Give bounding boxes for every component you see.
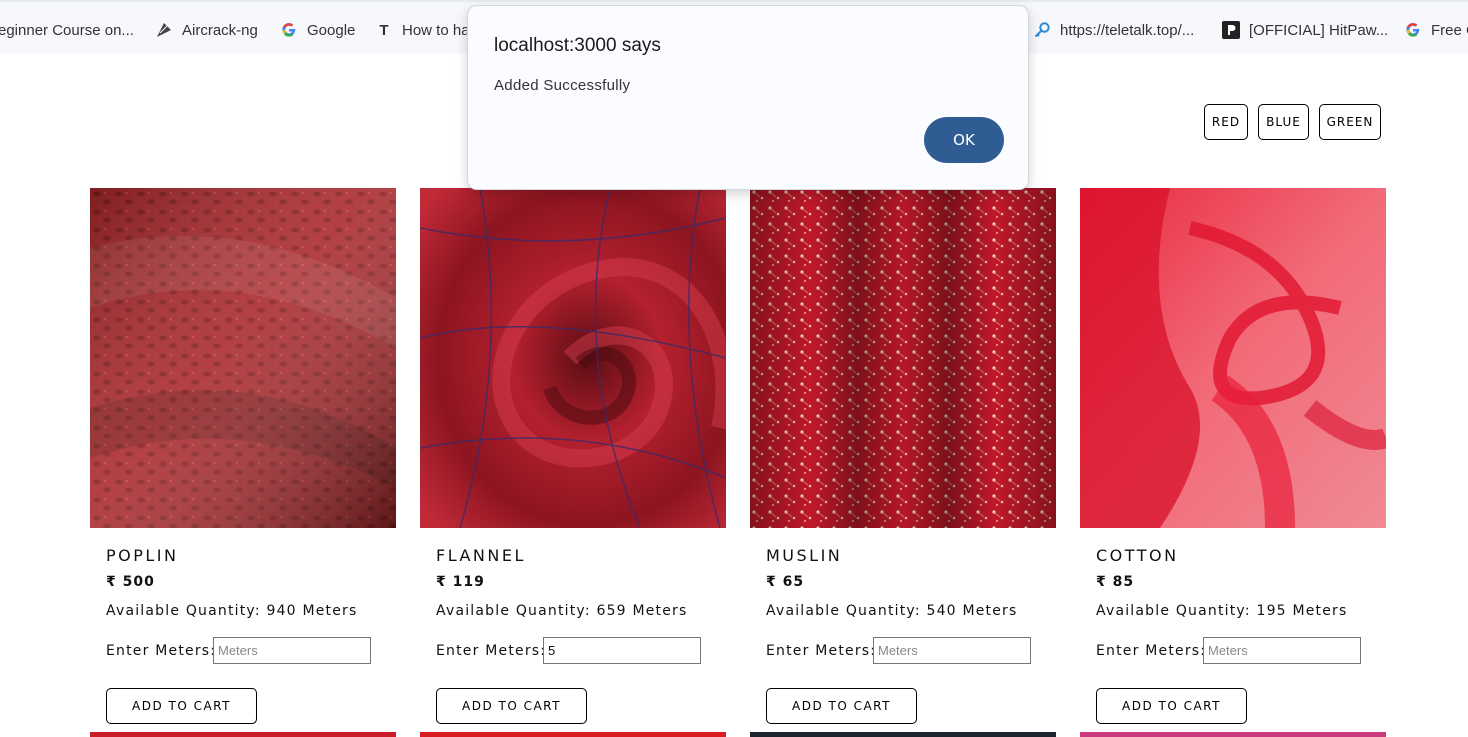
filter-red-button[interactable]: RED [1204, 104, 1248, 140]
ok-button[interactable]: OK [924, 117, 1004, 163]
product-price: ₹ 85 [1096, 574, 1135, 590]
product-name: COTTON [1096, 546, 1179, 565]
bookmark-item-aircrack[interactable]: Aircrack-ng [155, 19, 258, 41]
fabric-image-cotton [1080, 188, 1386, 528]
aircrack-icon [155, 21, 173, 39]
filter-blue-button[interactable]: BLUE [1258, 104, 1309, 140]
alert-dialog: localhost:3000 says Added Successfully O… [467, 5, 1029, 190]
dialog-title: localhost:3000 says [494, 35, 661, 56]
product-price: ₹ 119 [436, 574, 485, 590]
bookmark-label: https://teletalk.top/... [1060, 21, 1195, 39]
add-to-cart-button[interactable]: ADD TO CART [106, 688, 257, 724]
add-to-cart-button[interactable]: ADD TO CART [1096, 688, 1247, 724]
product-card-poplin: POPLIN ₹ 500 Available Quantity: 940 Met… [90, 188, 396, 724]
hitpaw-icon [1222, 21, 1240, 39]
product-name: POPLIN [106, 546, 179, 565]
bookmark-label: Aircrack-ng [182, 21, 258, 39]
product-available-quantity: Available Quantity: 195 Meters [1096, 603, 1348, 619]
t-icon: T [379, 21, 389, 39]
bookmark-label: Free C [1431, 21, 1468, 39]
fabric-image-flannel [420, 188, 726, 528]
bookmark-item-google[interactable]: Google [280, 19, 355, 41]
add-to-cart-button[interactable]: ADD TO CART [436, 688, 587, 724]
meters-label: Enter Meters: [436, 643, 547, 659]
bookmark-item[interactable]: eginner Course on... [0, 19, 134, 41]
product-name: FLANNEL [436, 546, 526, 565]
product-available-quantity: Available Quantity: 540 Meters [766, 603, 1018, 619]
meters-label: Enter Meters: [766, 643, 877, 659]
meters-input[interactable] [873, 637, 1031, 664]
bookmark-label: How to ha [402, 21, 470, 39]
product-available-quantity: Available Quantity: 940 Meters [106, 603, 358, 619]
product-price: ₹ 65 [766, 574, 805, 590]
fabric-image-next-row [420, 732, 726, 737]
fabric-image-next-row [90, 732, 396, 737]
google-icon [280, 21, 298, 39]
bookmark-item-hitpaw[interactable]: [OFFICIAL] HitPaw... [1222, 19, 1388, 41]
filter-green-button[interactable]: GREEN [1319, 104, 1381, 140]
product-price: ₹ 500 [106, 574, 155, 590]
meters-label: Enter Meters: [106, 643, 217, 659]
fabric-image-poplin [90, 188, 396, 528]
meters-input[interactable] [213, 637, 371, 664]
google-icon [1404, 21, 1422, 39]
product-available-quantity: Available Quantity: 659 Meters [436, 603, 688, 619]
fabric-image-next-row [1080, 732, 1386, 737]
bookmark-item-howto[interactable]: T How to ha [375, 19, 470, 41]
dialog-message: Added Successfully [494, 77, 631, 94]
product-name: MUSLIN [766, 546, 843, 565]
fabric-image-muslin [750, 188, 1056, 528]
product-card-flannel: FLANNEL ₹ 119 Available Quantity: 659 Me… [420, 188, 726, 724]
fabric-image-next-row [750, 732, 1056, 737]
meters-label: Enter Meters: [1096, 643, 1207, 659]
bookmark-label: Google [307, 21, 356, 39]
bookmark-label: [OFFICIAL] HitPaw... [1249, 21, 1389, 39]
bookmark-item-teletalk[interactable]: https://teletalk.top/... [1033, 19, 1194, 41]
meters-input[interactable] [1203, 637, 1361, 664]
bookmark-item-google-2[interactable]: Free C [1404, 19, 1468, 41]
product-card-cotton: COTTON ₹ 85 Available Quantity: 195 Mete… [1080, 188, 1386, 724]
bookmark-label: eginner Course on... [0, 21, 134, 39]
meters-input[interactable] [543, 637, 701, 664]
add-to-cart-button[interactable]: ADD TO CART [766, 688, 917, 724]
product-card-muslin: MUSLIN ₹ 65 Available Quantity: 540 Mete… [750, 188, 1056, 724]
key-icon [1033, 21, 1051, 39]
